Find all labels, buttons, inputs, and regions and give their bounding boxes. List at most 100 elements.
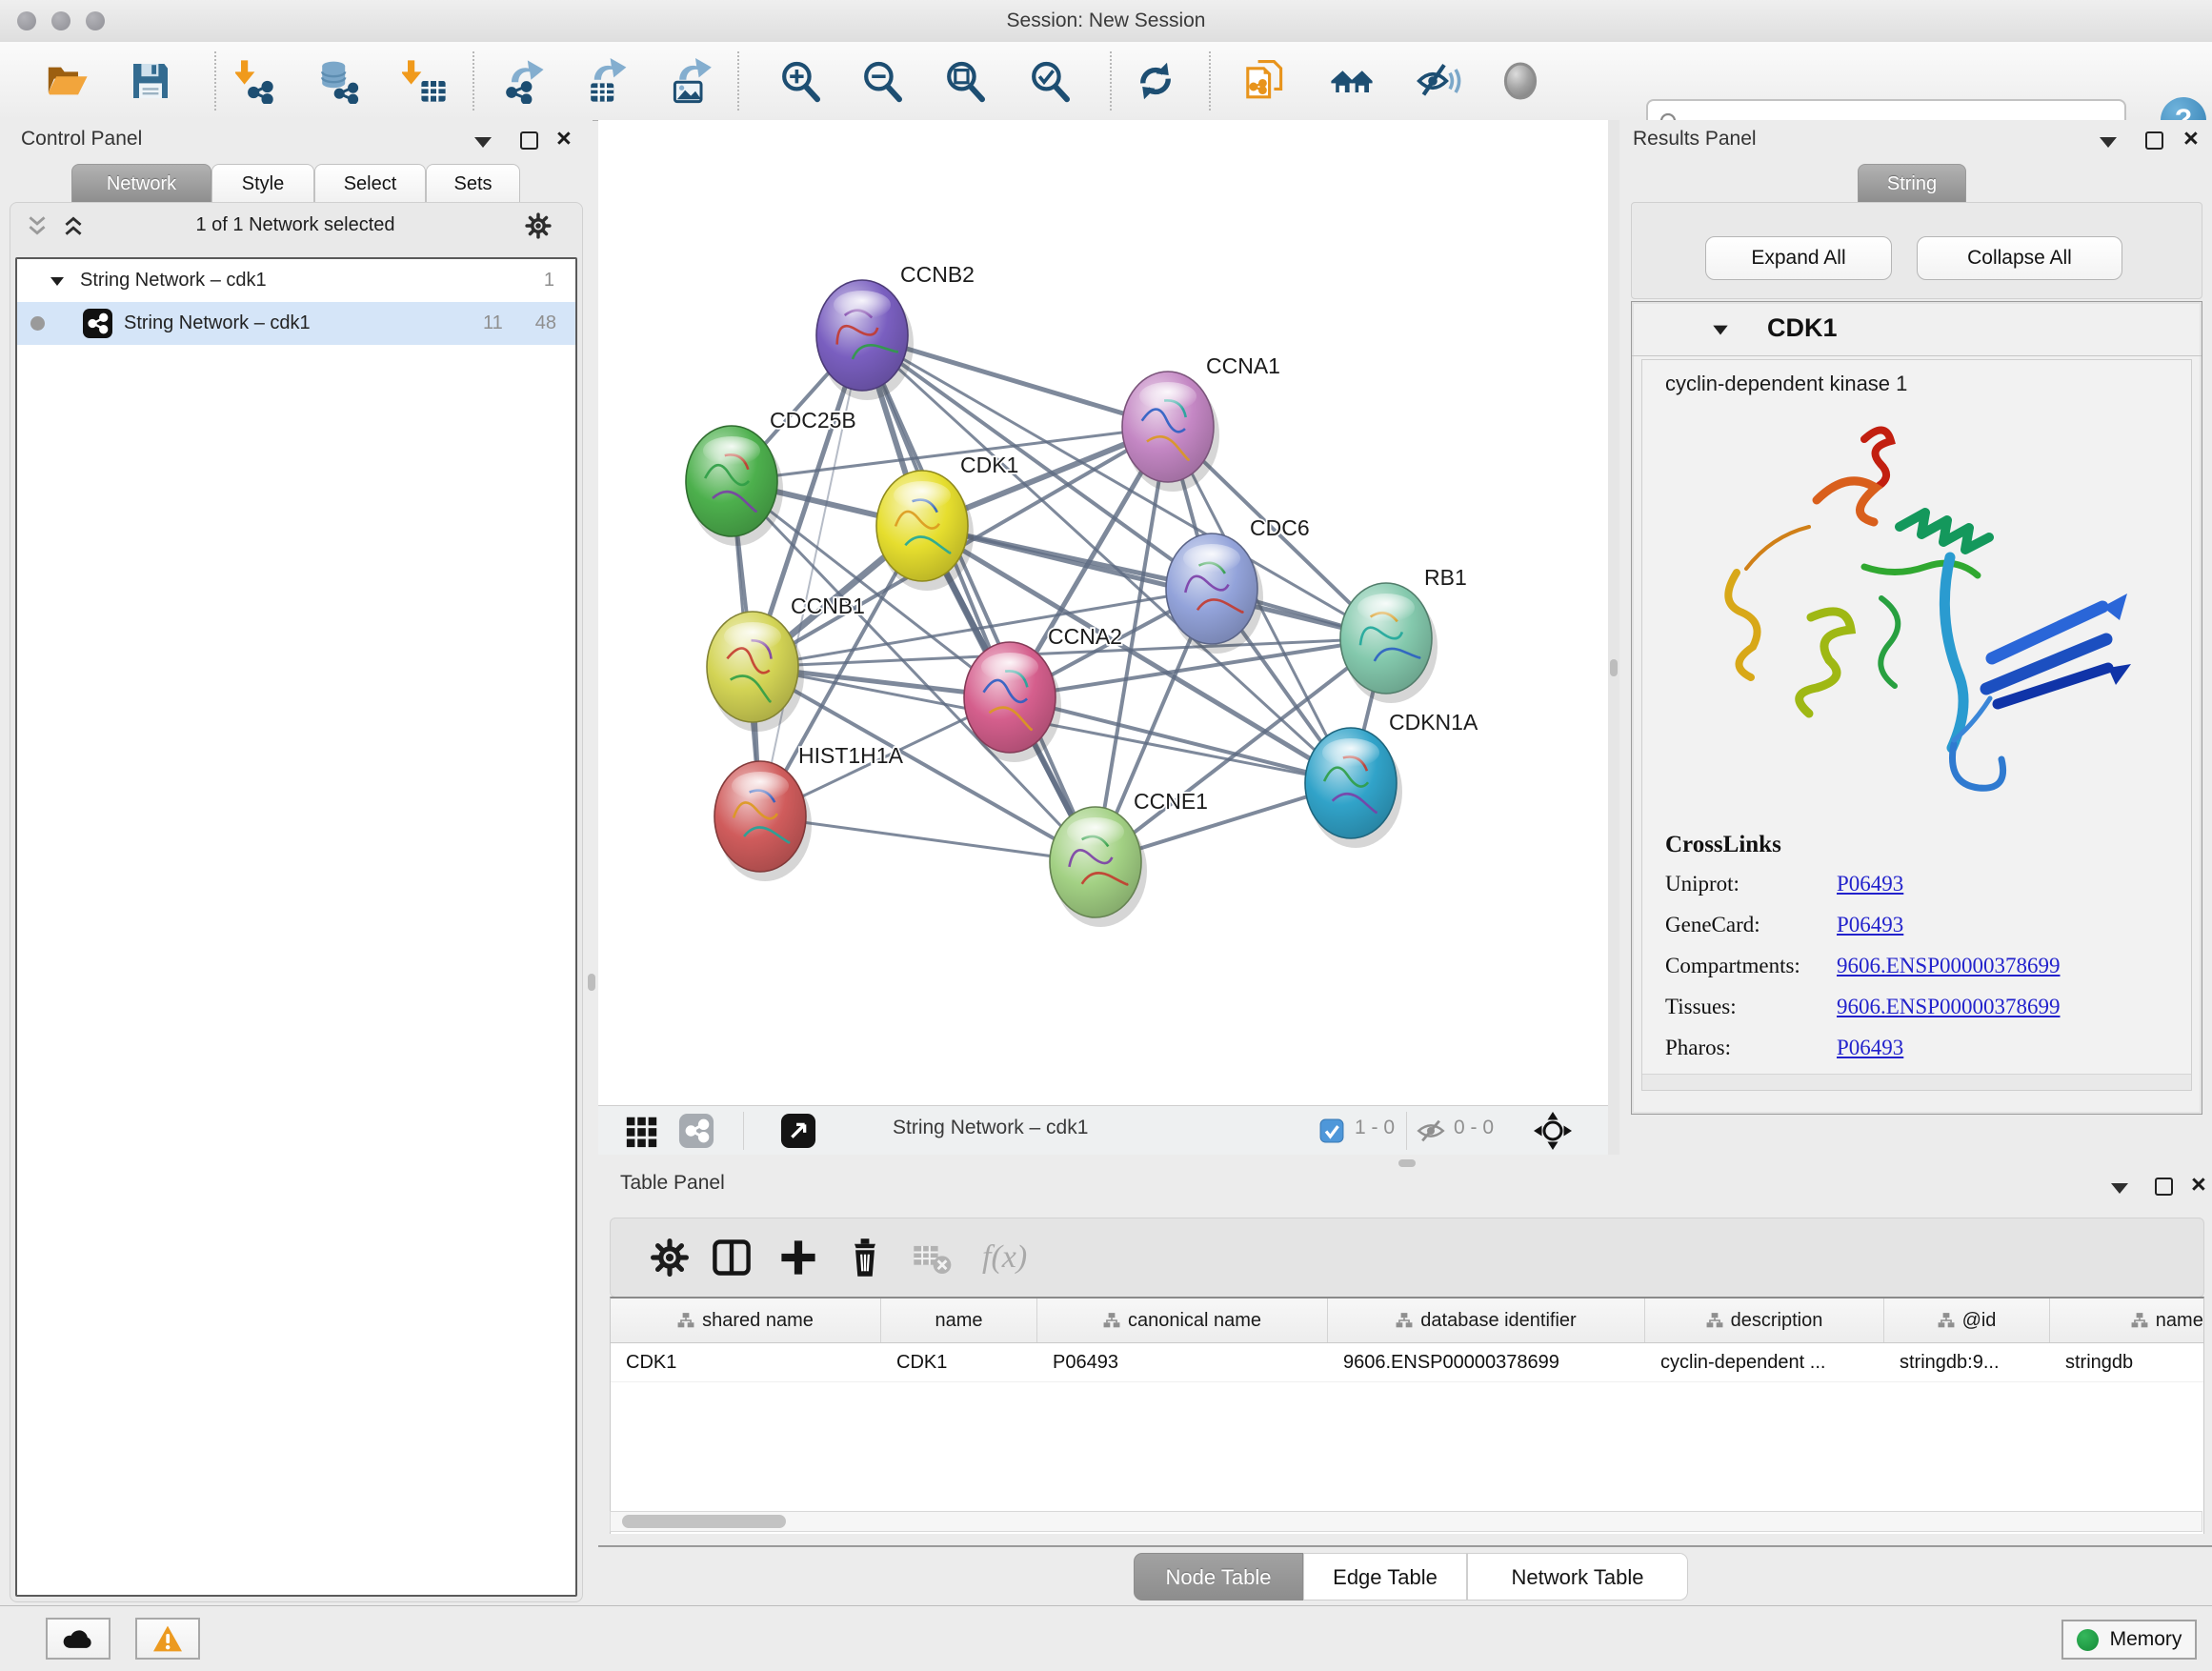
panel-close-icon[interactable]: × xyxy=(2183,129,2199,148)
string-home-button[interactable] xyxy=(1325,54,1378,108)
column-header-description[interactable]: description xyxy=(1645,1299,1884,1342)
network-canvas[interactable]: CCNB2CCNA1CDC25BCDK1CDC6RB1CCNB1CCNA2CDK… xyxy=(598,120,1608,1105)
tree-expand-caret-icon[interactable] xyxy=(48,272,67,291)
apply-layout-button[interactable] xyxy=(1129,54,1182,108)
tab-edge-table[interactable]: Edge Table xyxy=(1303,1553,1467,1601)
selected-checkbox-icon[interactable] xyxy=(1319,1118,1344,1143)
column-header-canonical-name[interactable]: canonical name xyxy=(1037,1299,1328,1342)
results-scrollbar-track[interactable] xyxy=(1642,1074,2191,1090)
panel-float-icon[interactable] xyxy=(520,131,538,150)
string-file-share-icon xyxy=(1243,58,1289,104)
import-network-file-button[interactable] xyxy=(231,54,285,108)
column-header-id[interactable]: @id xyxy=(1884,1299,2050,1342)
collapse-all-button[interactable]: Collapse All xyxy=(1917,236,2122,280)
tab-sets[interactable]: Sets xyxy=(426,164,520,203)
panel-collapse-icon[interactable] xyxy=(2100,137,2117,148)
cloud-status-button[interactable] xyxy=(46,1618,111,1660)
export-image-button[interactable] xyxy=(663,54,716,108)
delete-column-button[interactable] xyxy=(844,1237,886,1278)
inactive-view-button[interactable] xyxy=(1494,54,1547,108)
tab-string-results[interactable]: String xyxy=(1858,164,1966,203)
crosslink-link[interactable]: P06493 xyxy=(1837,1036,1903,1060)
import-table-file-button[interactable] xyxy=(398,54,452,108)
function-builder-fx[interactable]: f(x) xyxy=(982,1239,1027,1276)
panel-collapse-icon[interactable] xyxy=(474,137,492,148)
crosslink-link[interactable]: P06493 xyxy=(1837,872,1903,896)
results-entry-header[interactable]: CDK1 xyxy=(1632,302,2202,356)
open-file-button[interactable] xyxy=(40,54,93,108)
expand-all-chevron-icon[interactable] xyxy=(61,213,86,238)
center-area: CCNB2CCNA1CDC25BCDK1CDC6RB1CCNB1CCNA2CDK… xyxy=(598,120,2212,1606)
zoom-out-button[interactable] xyxy=(855,54,909,108)
vertical-splitter[interactable] xyxy=(1608,120,1619,1155)
panel-close-icon[interactable]: × xyxy=(2191,1175,2206,1194)
show-columns-button[interactable] xyxy=(711,1237,753,1278)
network-node-HIST1H1A[interactable]: HIST1H1A xyxy=(714,743,904,881)
crosslink-link[interactable]: 9606.ENSP00000378699 xyxy=(1837,954,2061,978)
network-node-CDKN1A[interactable]: CDKN1A xyxy=(1305,710,1478,848)
zoom-selected-button[interactable] xyxy=(1023,54,1076,108)
table-scrollbar-thumb[interactable] xyxy=(622,1515,786,1528)
zoom-in-icon xyxy=(777,58,823,104)
import-network-database-button[interactable] xyxy=(312,54,365,108)
zoom-out-icon xyxy=(859,58,905,104)
network-node-CCNA1[interactable]: CCNA1 xyxy=(1122,353,1280,492)
network-node-RB1[interactable]: RB1 xyxy=(1340,565,1467,703)
crosslink-link[interactable]: 9606.ENSP00000378699 xyxy=(1837,995,2061,1019)
column-header-shared-name[interactable]: shared name xyxy=(611,1299,881,1342)
table-options-button[interactable] xyxy=(649,1237,691,1278)
tab-select[interactable]: Select xyxy=(314,164,426,203)
export-image-icon xyxy=(667,58,713,104)
column-header-namespace[interactable]: namespace xyxy=(2050,1299,2204,1342)
tab-style[interactable]: Style xyxy=(211,164,314,203)
panel-close-icon[interactable]: × xyxy=(556,129,572,148)
table-scrollbar-track[interactable] xyxy=(610,1511,2202,1532)
horizontal-splitter-handle[interactable] xyxy=(1398,1159,1416,1167)
node-table: shared name name canonical name database… xyxy=(610,1297,2204,1534)
table-row[interactable]: CDK1 CDK1 P06493 9606.ENSP00000378699 cy… xyxy=(611,1343,2203,1382)
plus-icon xyxy=(777,1237,819,1278)
network-collection-row[interactable]: String Network – cdk1 1 xyxy=(17,259,575,302)
crosslink-row: Compartments:9606.ENSP00000378699 xyxy=(1665,954,2061,978)
string-import-button[interactable] xyxy=(1239,54,1293,108)
expand-all-button[interactable]: Expand All xyxy=(1705,236,1892,280)
clear-table-button[interactable] xyxy=(911,1237,953,1278)
table-panel-title: Table Panel xyxy=(620,1172,725,1195)
network-node-CDC6[interactable]: CDC6 xyxy=(1166,515,1310,654)
column-header-database-identifier[interactable]: database identifier xyxy=(1328,1299,1645,1342)
left-splitter-handle[interactable] xyxy=(588,974,595,991)
memory-button[interactable]: Memory xyxy=(2061,1620,2197,1660)
collapse-all-chevron-icon[interactable] xyxy=(25,213,50,238)
grid-view-icon[interactable] xyxy=(624,1113,660,1149)
hide-panel-button[interactable] xyxy=(1412,54,1465,108)
export-network-button[interactable] xyxy=(496,54,550,108)
zoom-fit-button[interactable] xyxy=(938,54,992,108)
status-bar: Memory xyxy=(0,1605,2212,1671)
network-node-CDC25B[interactable]: CDC25B xyxy=(686,408,856,546)
export-table-button[interactable] xyxy=(580,54,633,108)
panel-float-icon[interactable] xyxy=(2145,131,2163,150)
zoom-in-button[interactable] xyxy=(774,54,827,108)
crosslink-link[interactable]: P06493 xyxy=(1837,913,1903,937)
tab-network-table[interactable]: Network Table xyxy=(1467,1553,1688,1601)
panel-collapse-icon[interactable] xyxy=(2111,1183,2128,1194)
network-options-gear-icon[interactable] xyxy=(524,211,553,240)
warning-status-button[interactable] xyxy=(135,1618,200,1660)
vertical-splitter-handle[interactable] xyxy=(1610,659,1618,676)
column-header-name[interactable]: name xyxy=(881,1299,1037,1342)
save-session-button[interactable] xyxy=(124,54,177,108)
network-share-view-icon[interactable] xyxy=(678,1113,714,1149)
horizontal-splitter[interactable] xyxy=(598,1155,2212,1172)
tab-node-table[interactable]: Node Table xyxy=(1134,1553,1303,1601)
network-row-selected[interactable]: String Network – cdk1 11 48 xyxy=(17,302,575,345)
node-label-CDK1: CDK1 xyxy=(960,453,1018,477)
entry-collapse-caret-icon[interactable] xyxy=(1710,319,1731,340)
hidden-eye-icon[interactable] xyxy=(1416,1117,1446,1144)
tab-network[interactable]: Network xyxy=(71,164,211,203)
cloud-icon xyxy=(61,1624,95,1653)
birds-eye-view-icon[interactable] xyxy=(780,1113,816,1149)
network-node-CCNB2[interactable]: CCNB2 xyxy=(816,262,975,400)
add-column-button[interactable] xyxy=(777,1237,819,1278)
crosshair-move-icon[interactable] xyxy=(1532,1110,1574,1152)
panel-float-icon[interactable] xyxy=(2155,1178,2173,1196)
